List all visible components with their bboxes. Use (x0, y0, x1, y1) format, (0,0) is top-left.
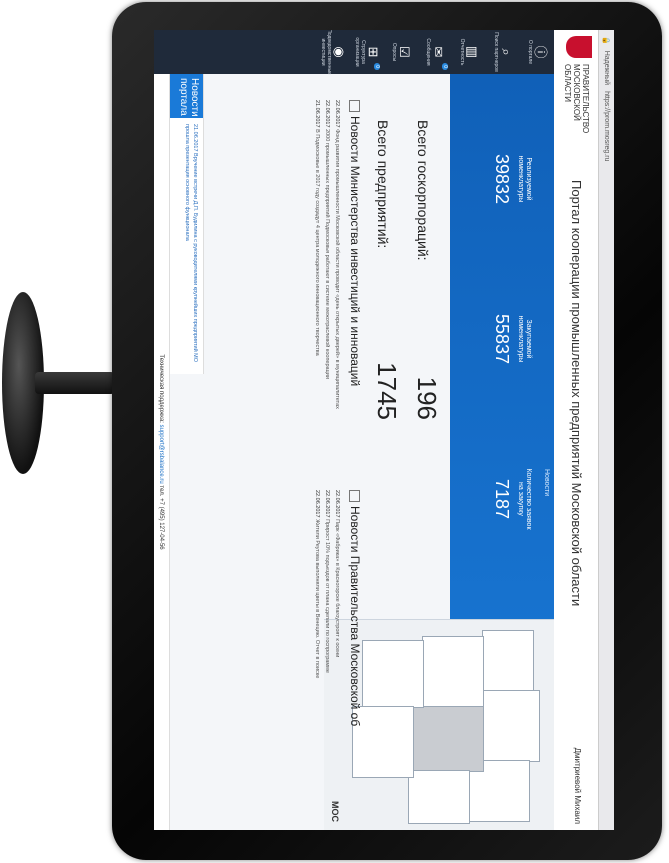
government-news-title: Новости Правительства Московской об (348, 490, 362, 830)
map-region[interactable] (408, 770, 470, 824)
news-icon (348, 100, 360, 112)
security-label: Надежный (603, 50, 610, 86)
list-item[interactable]: 22.06.2017 Фонд развития промышленности … (332, 100, 342, 430)
sidebar-item-label: О портале (527, 39, 533, 65)
stat-label: Реализуемой (525, 157, 532, 201)
stat-label: Количество заявок (525, 468, 532, 530)
stat-label: номенклатуры (517, 315, 524, 363)
search-icon: ⌕ (499, 48, 514, 56)
sidebar-item-surveys[interactable]: ☑ Опросы (384, 30, 418, 74)
gov-line-1: ПРАВИТЕЛЬСТВО (581, 64, 590, 134)
url-text[interactable]: https://prom.mosreg.ru (603, 91, 610, 161)
news-date: 21.06.2017 (314, 100, 320, 128)
total-corporations-row: Всего госкорпораций: 196 (402, 120, 442, 420)
list-item[interactable]: 22.06.2017 Жители Реутова выполняли цвет… (312, 490, 322, 830)
stat-label: Закупаемой (525, 319, 532, 359)
envelope-icon: ✉ (431, 46, 446, 58)
sidebar-item-reports[interactable]: ▥ Отчетность (452, 30, 486, 74)
structure-badge: 0 (374, 63, 380, 70)
sidebar-item-messages[interactable]: ✉ 0 Сообщения (418, 30, 452, 74)
sidebar-item-label: Подведомственные инвестиции (320, 30, 332, 75)
stat-purchased-items: Закупаемой номенклатуры 55837 (491, 274, 532, 404)
portal-news: Новости портала 21.06.2017 Вручение встр… (169, 74, 204, 374)
portal-title: Портал кооперации промышленных предприят… (569, 180, 584, 607)
sidebar-item-investments[interactable]: ◉ Подведомственные инвестиции (316, 30, 350, 75)
total-enterprises-label: Всего предприятий: (375, 120, 391, 249)
totals-panel: Всего госкорпораций: 196 Всего предприят… (362, 120, 442, 420)
sidebar-item-label: Сообщения (425, 38, 431, 66)
stat-label: на закупку (517, 482, 524, 516)
sidebar-item-label: Поиск партнеров (493, 32, 499, 72)
map-region[interactable] (362, 640, 424, 708)
total-corporations-label: Всего госкорпораций: (415, 120, 431, 261)
checkbox-icon: ☑ (397, 46, 412, 58)
total-corporations-value: 196 (412, 376, 442, 420)
news-text[interactable]: Жители Реутова выполняли цветы в Венецию… (314, 519, 320, 678)
total-enterprises-row: Всего предприятий: 1745 (362, 120, 402, 420)
sidebar-item-label: Опросы (391, 42, 397, 62)
news-date: 22.06.2017 (324, 100, 330, 128)
sidebar: ⓘ О портале ⌕ Поиск партнеров ▥ Отчетность … (154, 30, 554, 75)
browser-address-bar[interactable]: 🔒 Надежный https://prom.mosreg.ru (598, 30, 614, 830)
stat-sold-items: Реализуемой номенклатуры 39832 (491, 114, 532, 244)
portal-news-badge-line: Новости (189, 78, 200, 117)
support-label: Техническая поддержка: (158, 354, 164, 423)
news-date: 22.06.2017 (334, 490, 340, 518)
sidebar-item-partners[interactable]: ⌕ Поиск партнеров (486, 30, 520, 74)
ministry-news-heading: Новости Министерства инвестиций и иннова… (348, 116, 362, 387)
site-header: ПРАВИТЕЛЬСТВО МОСКОВСКОЙ ОБЛАСТИ Портал … (553, 30, 598, 830)
portal-news-text[interactable]: 21.06.2017 Вручение встречи Д.П. Будилин… (183, 124, 199, 364)
org-structure-icon: ⊞ (366, 46, 381, 58)
sidebar-item-label: Структура организации (354, 37, 366, 67)
tab-news[interactable]: Новости (543, 469, 550, 496)
portal-news-badge-line: портала (178, 78, 189, 116)
sidebar-item-structure[interactable]: ⊞ 0 Структура организации (350, 30, 384, 74)
news-date: 22.06.2017 (334, 100, 340, 128)
gov-line-2: МОСКОВСКОЙ ОБЛАСТИ (563, 64, 581, 121)
news-date: 22.06.2017 (314, 490, 320, 518)
government-label: ПРАВИТЕЛЬСТВО МОСКОВСКОЙ ОБЛАСТИ (563, 64, 590, 154)
support-phone: тел. +7 (495) 127-04-56 (158, 485, 164, 550)
secure-lock-icon: 🔒 (602, 36, 610, 45)
map-region[interactable] (412, 706, 484, 772)
info-icon: ⓘ (533, 45, 548, 59)
stat-value: 55837 (492, 313, 512, 365)
sidebar-item-label: Отчетность (459, 38, 465, 66)
investment-icon: ◉ (332, 46, 347, 58)
news-date: 22.06.2017 (324, 490, 330, 518)
government-news: Новости Правительства Московской об 22.0… (312, 490, 362, 830)
map-region[interactable] (482, 690, 540, 762)
coat-of-arms-logo[interactable] (566, 36, 592, 58)
list-item[interactable]: 22.06.2017 Парк «Фабрика» в Красногорске… (332, 490, 342, 830)
user-name-link[interactable]: Дмитриевой Михаил (573, 748, 582, 824)
total-enterprises-value: 1745 (372, 362, 402, 420)
government-news-heading: Новости Правительства Московской об (348, 506, 362, 727)
bar-chart-icon: ▥ (465, 45, 480, 59)
map-region[interactable] (482, 630, 534, 692)
news-text[interactable]: 2000 промышленных предприятий Подмосковь… (324, 129, 330, 379)
news-icon (348, 490, 360, 502)
monitor-stand-neck (35, 372, 115, 394)
list-item[interactable]: 21.06.2017 В Подмосковье в 2017 году соз… (312, 100, 322, 430)
stat-value: 39832 (492, 153, 512, 205)
web-page: 🔒 Надежный https://prom.mosreg.ru ПРАВИТ… (154, 30, 614, 830)
sidebar-item-about[interactable]: ⓘ О портале (520, 30, 554, 74)
support-email-link[interactable]: support@rsbalance.ru (158, 425, 164, 484)
news-text[interactable]: В Подмосковье в 2017 году создадут 4 цен… (314, 129, 320, 356)
messages-badge: 0 (442, 63, 448, 70)
news-text[interactable]: Парк «Фабрика» в Красногорске благоустро… (334, 519, 340, 657)
stat-value: 7187 (492, 478, 512, 520)
list-item[interactable]: 22.06.2017 2000 промышленных предприятий… (322, 100, 332, 430)
news-text[interactable]: Фонд развития промышленности Московской … (334, 129, 340, 409)
news-text[interactable]: Прирост 10% подъездов от плана сделали п… (324, 519, 330, 673)
stat-purchase-requests: Количество заявок на закупку 7187 (491, 434, 532, 564)
monitor-screen: 🔒 Надежный https://prom.mosreg.ru ПРАВИТ… (154, 30, 614, 830)
map-region[interactable] (422, 636, 484, 708)
list-item[interactable]: 22.06.2017 Прирост 10% подъездов от план… (322, 490, 332, 830)
footer: Техническая поддержка: support@rsbalance… (154, 74, 170, 830)
stat-label: номенклатуры (517, 155, 524, 203)
portal-news-badge[interactable]: Новости портала (169, 74, 203, 118)
ministry-news: Новости Министерства инвестиций и иннова… (312, 100, 362, 430)
ministry-news-title: Новости Министерства инвестиций и иннова… (348, 100, 362, 430)
